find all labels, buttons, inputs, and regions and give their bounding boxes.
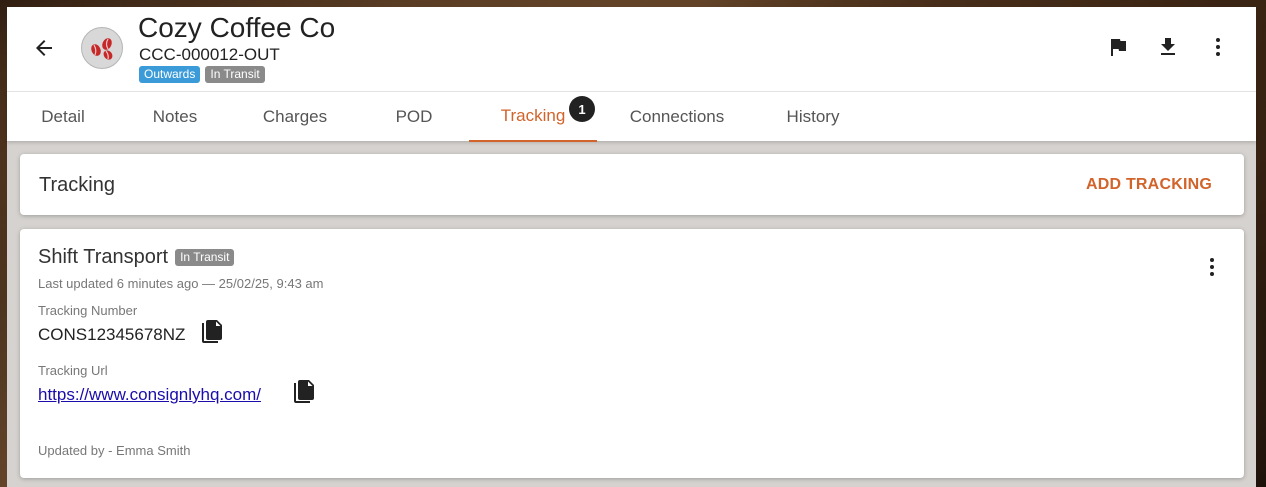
flag-icon[interactable] [1104,33,1132,61]
direction-badge: Outwards [139,66,201,83]
tracking-status-badge: In Transit [175,249,235,266]
header-actions [1104,33,1232,61]
tracking-entry-card: Shift Transport In Transit Last updated … [20,229,1244,478]
updated-by-text: Updated by - Emma Smith [38,443,191,458]
tab-tracking[interactable]: Tracking 1 [469,92,597,142]
tracking-url-link[interactable]: https://www.consignlyhq.com/ [38,385,261,405]
page-header: Cozy Coffee Co CCC-000012-OUT Outwards I… [7,7,1256,91]
page-title: Cozy Coffee Co [138,12,336,43]
tracking-number-value: CONS12345678NZ [38,325,186,344]
tab-detail[interactable]: Detail [7,92,119,142]
more-vertical-icon[interactable] [1204,33,1232,61]
section-title: Tracking [39,174,115,196]
shipment-reference: CCC-000012-OUT [139,45,280,64]
last-updated-text: Last updated 6 minutes ago — 25/02/25, 9… [38,276,324,291]
tab-bar: Detail Notes Charges POD Tracking 1 Conn… [7,91,1256,142]
status-badges: Outwards In Transit [139,66,265,83]
add-tracking-button[interactable]: ADD TRACKING [1086,176,1212,194]
copy-icon[interactable] [292,379,316,405]
carrier-row: Shift Transport In Transit [38,246,235,269]
more-vertical-icon[interactable] [1200,253,1224,281]
tracking-header-card: Tracking ADD TRACKING [20,154,1244,215]
tab-tracking-label: Tracking [500,106,566,125]
tracking-count-badge: 1 [569,96,595,122]
tab-history[interactable]: History [747,92,879,142]
copy-icon[interactable] [200,319,224,345]
download-icon[interactable] [1154,33,1182,61]
status-badge: In Transit [205,66,265,83]
tab-connections[interactable]: Connections [607,92,747,142]
coffee-beans-icon [81,27,123,69]
tracking-url-label: Tracking Url [38,363,108,378]
app-frame: Cozy Coffee Co CCC-000012-OUT Outwards I… [7,7,1256,487]
tracking-number-label: Tracking Number [38,303,138,318]
tab-pod[interactable]: POD [359,92,469,142]
carrier-name: Shift Transport [38,246,169,268]
back-arrow-icon[interactable] [29,33,59,63]
tab-notes[interactable]: Notes [119,92,231,142]
tab-charges[interactable]: Charges [231,92,359,142]
